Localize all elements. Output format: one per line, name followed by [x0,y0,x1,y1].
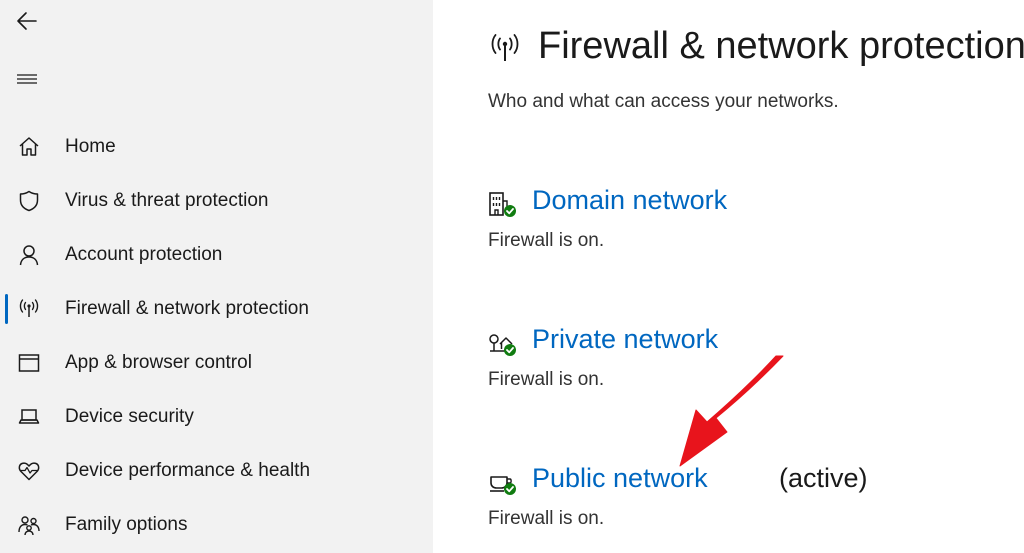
sidebar-item-family-options[interactable]: Family options [0,498,433,552]
public-network-link[interactable]: Public network [532,463,708,494]
domain-network-link[interactable]: Domain network [532,185,727,216]
antenna-icon [16,296,42,322]
heart-pulse-icon [16,458,42,484]
active-label: (active) [779,463,868,493]
laptop-icon [16,404,42,430]
person-icon [16,242,42,268]
home-network-check-icon [489,334,516,356]
sidebar-item-device-performance-health[interactable]: Device performance & health [0,444,433,498]
sidebar-item-firewall-network-protection[interactable]: Firewall & network protection [0,282,433,336]
browser-window-icon [16,350,42,376]
sidebar-item-label: Device performance & health [65,460,311,481]
back-arrow-icon [17,12,37,30]
page-subtitle: Who and what can access your networks. [488,91,839,112]
antenna-icon [491,34,519,61]
sidebar-item-label: Device security [65,406,194,427]
windows-security-window: Home Virus & threat protection Account p… [0,0,1024,553]
home-icon [16,134,42,160]
menu-button[interactable] [12,64,42,94]
sidebar-nav: Home Virus & threat protection Account p… [0,120,433,552]
coffee-network-check-icon [490,476,516,495]
sidebar-item-label: Virus & threat protection [65,190,269,211]
building-check-icon [489,192,516,217]
sidebar-item-virus-threat-protection[interactable]: Virus & threat protection [0,174,433,228]
sidebar-item-label: Account protection [65,244,223,265]
sidebar-item-label: Firewall & network protection [65,298,309,319]
page-title: Firewall & network protection [538,25,1024,67]
family-icon [16,512,42,538]
firewall-status: Firewall is on. [488,230,605,251]
hamburger-menu-icon [17,74,37,84]
shield-icon [16,188,42,214]
sidebar-item-label: App & browser control [65,352,252,373]
firewall-status: Firewall is on. [488,369,605,390]
selection-indicator [5,294,8,324]
sidebar: Home Virus & threat protection Account p… [0,0,433,553]
back-button[interactable] [12,6,42,36]
sidebar-item-device-security[interactable]: Device security [0,390,433,444]
sidebar-item-app-browser-control[interactable]: App & browser control [0,336,433,390]
sidebar-item-label: Family options [65,514,188,535]
firewall-status: Firewall is on. [488,508,605,529]
sidebar-item-home[interactable]: Home [0,120,433,174]
sidebar-item-label: Home [65,136,116,157]
private-network-link[interactable]: Private network [532,324,718,355]
sidebar-item-account-protection[interactable]: Account protection [0,228,433,282]
main-content: Firewall & network protection Who and wh… [433,0,1024,553]
